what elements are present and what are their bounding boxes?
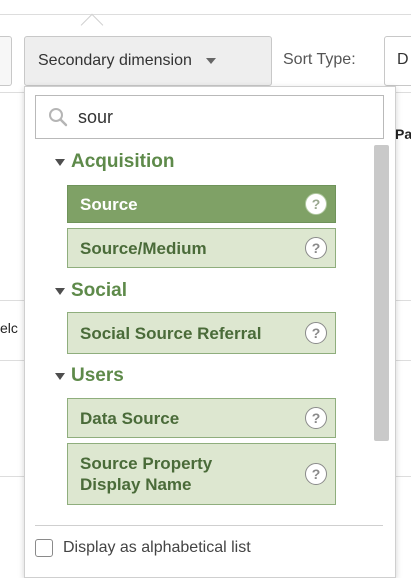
previous-control[interactable]	[0, 36, 12, 86]
caret-down-icon	[55, 158, 65, 166]
sort-type-select[interactable]: D	[384, 36, 411, 86]
dimension-item-label: Data Source	[80, 408, 180, 428]
dimension-item-label: Source	[80, 194, 138, 214]
dimension-item-source[interactable]: Source ?	[67, 185, 336, 223]
sort-type-label: Sort Type:	[283, 51, 356, 68]
dimension-item-source-property-display-name[interactable]: Source Property Display Name ?	[67, 443, 336, 505]
help-circle-icon[interactable]: ?	[305, 237, 327, 259]
dimension-item-label: Source/Medium	[80, 238, 207, 258]
group-users[interactable]: Users	[55, 365, 124, 387]
group-title: Acquisition	[71, 151, 175, 172]
scrollbar-thumb[interactable]	[374, 145, 389, 441]
secondary-dimension-dropdown: Acquisition Source ? Source/Medium ? Soc…	[24, 86, 396, 578]
alphabetical-checkbox[interactable]	[35, 539, 53, 557]
panel-divider	[35, 525, 383, 526]
caret-down-icon	[55, 287, 65, 295]
search-field[interactable]	[35, 95, 384, 139]
help-circle-icon[interactable]: ?	[305, 407, 327, 429]
help-circle-icon[interactable]: ?	[305, 463, 327, 485]
chevron-down-icon	[205, 58, 216, 64]
secondary-dimension-button[interactable]: Secondary dimension	[24, 36, 272, 86]
alphabetical-list-toggle[interactable]: Display as alphabetical list	[35, 539, 251, 557]
group-social[interactable]: Social	[55, 280, 127, 302]
group-title: Users	[71, 365, 124, 386]
search-input[interactable]	[78, 106, 358, 128]
dimension-item-label: Social Source Referral	[80, 323, 262, 343]
caret-down-icon	[55, 372, 65, 380]
group-acquisition[interactable]: Acquisition	[55, 151, 174, 173]
dimension-item-label: Source Property Display Name	[80, 454, 213, 494]
group-title: Social	[71, 280, 127, 301]
alphabetical-label: Display as alphabetical list	[63, 539, 251, 556]
page-top-border	[0, 14, 411, 15]
dropdown-pointer	[80, 13, 104, 37]
dimension-item-data-source[interactable]: Data Source ?	[67, 398, 336, 438]
dimension-item-social-source-referral[interactable]: Social Source Referral ?	[67, 312, 336, 354]
table-header-fragment: Pa	[395, 126, 411, 142]
table-cell-fragment: elc	[0, 320, 18, 336]
search-icon	[48, 107, 68, 127]
help-circle-icon[interactable]: ?	[305, 322, 327, 344]
help-circle-icon[interactable]: ?	[305, 193, 327, 215]
secondary-dimension-label: Secondary dimension	[38, 52, 192, 69]
dimension-item-source-medium[interactable]: Source/Medium ?	[67, 228, 336, 268]
